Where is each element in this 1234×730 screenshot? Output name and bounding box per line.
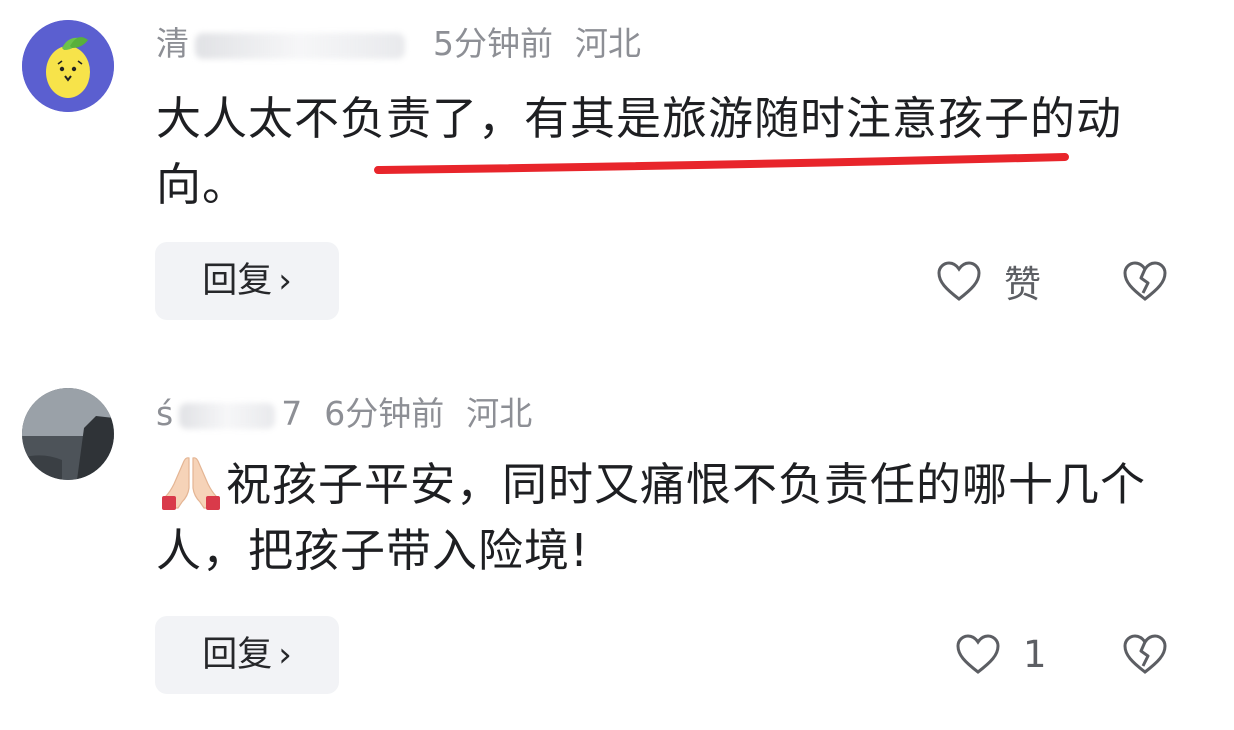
avatar[interactable] [22,20,114,112]
heart-outline-icon [937,261,981,301]
comment-location: 河北 [466,394,533,433]
comment-text: 祝孩子平安，同时又痛恨不负责任的哪十几个人，把孩子带入险境! [156,452,1166,584]
author-name[interactable]: ś [156,390,173,438]
comment-item: ś 7 6分钟前 河北 祝孩子平安，同时又痛恨不负责任的哪十几个人，把孩子带入险境! … [0,370,1234,730]
like-button[interactable]: 1 [955,624,1047,684]
chevron-right-icon: › [278,261,292,301]
avatar[interactable] [22,388,114,480]
dislike-button[interactable] [1122,251,1168,311]
comment-text: 大人太不负责了，有其是旅游随时注意孩子的动向。 [156,92,1123,211]
heart-outline-icon [956,634,1000,674]
reply-label: 回复 [202,635,273,675]
redacted-name-blur [179,402,276,429]
comment-list: 清5分钟前河北 大人太不负责了，有其是旅游随时注意孩子的动向。 回复› 赞 [0,0,1234,730]
seascape-avatar-icon [22,388,114,480]
reply-button[interactable]: 回复 › [155,616,339,694]
chevron-right-icon: › [278,635,292,675]
comment-time: 6分钟前 [324,394,445,433]
author-name[interactable]: 清 [156,20,189,68]
like-count: 1 [1023,632,1047,676]
redacted-name-blur [195,32,405,59]
comment-item: 清 5分钟前 河北 大人太不负责了，有其是旅游随时注意孩子的动向。 回复 › 赞 [0,0,1234,360]
comment-location: 河北 [575,24,641,63]
dislike-button[interactable] [1122,624,1168,684]
comment-text-content: 祝孩子平安，同时又痛恨不负责任的哪十几个人，把孩子带入险境! [156,458,1147,577]
broken-heart-icon [1123,261,1167,301]
comment-time: 5分钟前 [433,24,553,63]
reply-button[interactable]: 回复 › [155,242,339,320]
comment-meta: ś 7 6分钟前 河北 [156,390,532,438]
reply-label: 回复 [202,261,273,301]
like-button[interactable]: 赞 [936,251,1041,311]
comment-meta: 清 5分钟前 河北 [156,20,641,68]
author-name-tail: 7 [281,394,303,433]
broken-heart-icon [1123,634,1167,674]
praying-hands-icon [162,457,220,510]
like-label: 赞 [1004,263,1041,306]
lemon-avatar-icon [22,20,114,112]
